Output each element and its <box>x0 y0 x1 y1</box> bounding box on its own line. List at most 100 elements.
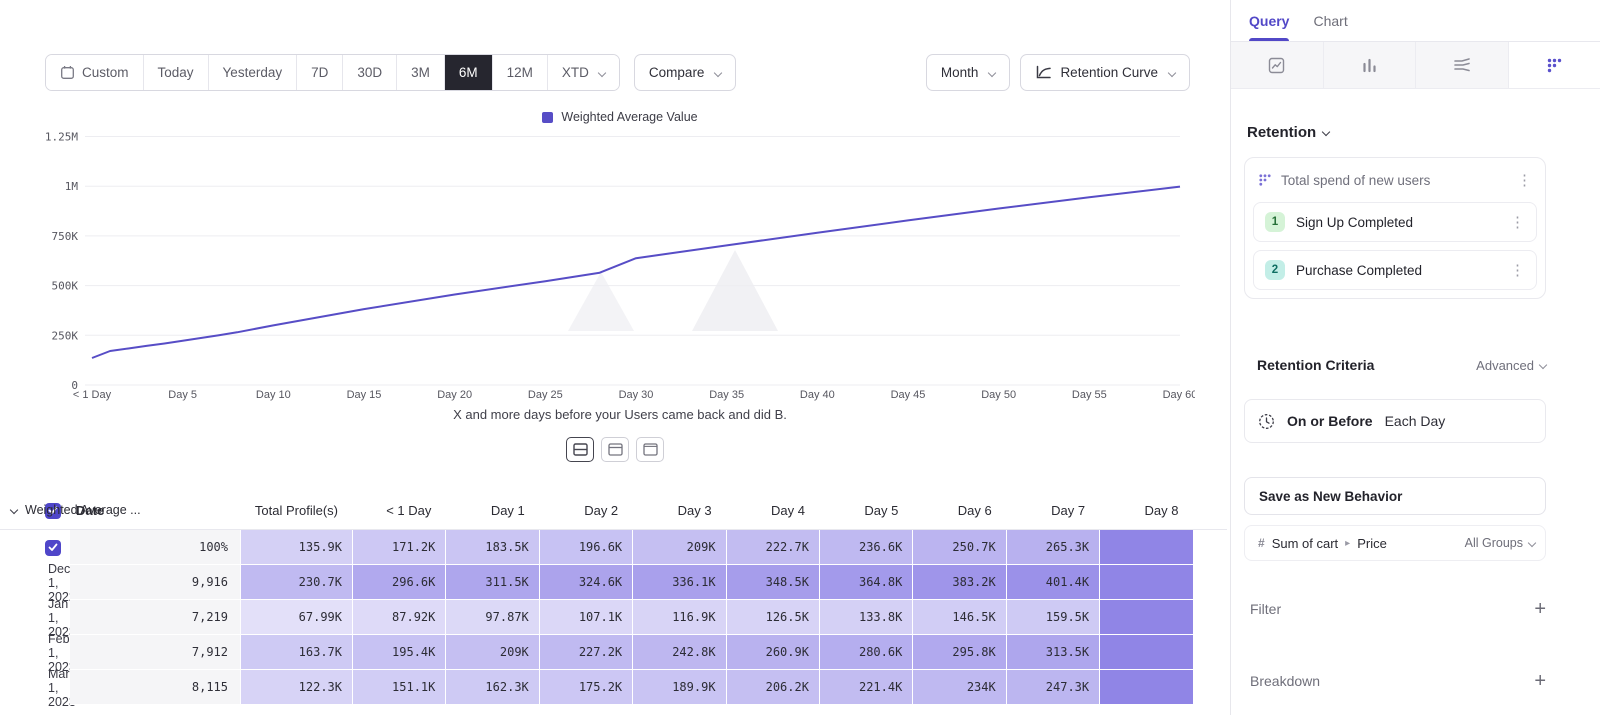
retention-cell-partial[interactable] <box>1099 635 1192 670</box>
retention-cell[interactable]: 295.8K <box>912 635 1005 670</box>
retention-cell[interactable]: 250.7K <box>912 530 1005 565</box>
retention-cell[interactable]: 311.5K <box>445 565 538 600</box>
compare-button[interactable]: Compare <box>634 54 737 91</box>
retention-cell[interactable]: 221.4K <box>819 670 912 705</box>
step-menu-kebab[interactable]: ⋮ <box>1507 215 1528 230</box>
row-checkbox[interactable] <box>45 540 61 556</box>
save-behavior-label: Save as New Behavior <box>1259 489 1402 504</box>
range-button-xtd[interactable]: XTD <box>547 55 619 90</box>
retention-cell[interactable]: 401.4K <box>1006 565 1099 600</box>
retention-cell[interactable]: 195.4K <box>352 635 445 670</box>
retention-cell-partial[interactable] <box>1099 670 1192 705</box>
retention-cell[interactable]: 163.7K <box>240 635 352 670</box>
criteria-timing-row[interactable]: On or Before Each Day <box>1244 399 1546 443</box>
filter-label: Filter <box>1244 601 1281 617</box>
view-toggle-expanded[interactable] <box>636 437 664 462</box>
granularity-button[interactable]: Month <box>926 54 1011 91</box>
retention-cell-partial[interactable] <box>1099 600 1192 635</box>
add-filter-button[interactable]: + <box>1534 599 1546 619</box>
save-as-new-behavior-button[interactable]: Save as New Behavior <box>1244 477 1546 515</box>
retention-cell[interactable]: 151.1K <box>352 670 445 705</box>
retention-cell[interactable]: 171.2K <box>352 530 445 565</box>
numeric-property-icon: # <box>1258 536 1265 550</box>
retention-cell[interactable]: 247.3K <box>1006 670 1099 705</box>
section-dropdown-retention[interactable]: Retention <box>1247 123 1600 141</box>
retention-cell[interactable]: 122.3K <box>240 670 352 705</box>
retention-cell[interactable]: 146.5K <box>912 600 1005 635</box>
range-button-3m[interactable]: 3M <box>396 55 444 90</box>
retention-cell[interactable]: 260.9K <box>726 635 819 670</box>
report-tab-retention[interactable] <box>1509 42 1600 88</box>
retention-cell[interactable]: 227.2K <box>539 635 632 670</box>
retention-cell[interactable]: 296.6K <box>352 565 445 600</box>
retention-cell[interactable]: 242.8K <box>632 635 725 670</box>
retention-cell[interactable]: 116.9K <box>632 600 725 635</box>
range-button-12m[interactable]: 12M <box>492 55 547 90</box>
report-tab-flows[interactable] <box>1416 42 1509 88</box>
retention-cell[interactable]: 196.6K <box>539 530 632 565</box>
retention-cell[interactable]: 209K <box>445 635 538 670</box>
retention-cell[interactable]: 67.99K <box>240 600 352 635</box>
tab-chart[interactable]: Chart <box>1313 0 1347 41</box>
retention-cell[interactable]: 209K <box>632 530 725 565</box>
tab-query[interactable]: Query <box>1249 0 1289 41</box>
retention-cell[interactable]: 97.87K <box>445 600 538 635</box>
breakdown-label: Breakdown <box>1244 673 1320 689</box>
group-dropdown[interactable]: All Groups <box>1465 536 1535 550</box>
retention-cell[interactable]: 222.7K <box>726 530 819 565</box>
behavior-step[interactable]: 2Purchase Completed⋮ <box>1253 250 1537 290</box>
view-toggle-dense[interactable] <box>566 437 594 462</box>
retention-cell[interactable]: 336.1K <box>632 565 725 600</box>
retention-cell[interactable]: 364.8K <box>819 565 912 600</box>
retention-cell[interactable]: 162.3K <box>445 670 538 705</box>
retention-cell[interactable]: 189.9K <box>632 670 725 705</box>
behavior-header[interactable]: Total spend of new users ⋮ <box>1245 158 1545 202</box>
retention-cell[interactable]: 133.8K <box>819 600 912 635</box>
retention-chart: 0250K500K750K1M1.25M< 1 DayDay 5Day 10Da… <box>45 126 1195 416</box>
retention-cell-partial[interactable] <box>1099 530 1192 565</box>
clock-icon <box>1258 413 1275 430</box>
range-button-today[interactable]: Today <box>143 55 208 90</box>
retention-cell[interactable]: 348.5K <box>726 565 819 600</box>
retention-cell[interactable]: 107.1K <box>539 600 632 635</box>
check-icon <box>48 543 58 552</box>
y-tick-label: 500K <box>52 280 79 293</box>
retention-cell[interactable]: 175.2K <box>539 670 632 705</box>
retention-cell[interactable]: 126.5K <box>726 600 819 635</box>
range-button-yesterday[interactable]: Yesterday <box>208 55 297 90</box>
retention-line[interactable] <box>92 187 1180 358</box>
retention-cell[interactable]: 313.5K <box>1006 635 1099 670</box>
retention-cell[interactable]: 324.6K <box>539 565 632 600</box>
step-menu-kebab[interactable]: ⋮ <box>1507 263 1528 278</box>
retention-cell[interactable]: 87.92K <box>352 600 445 635</box>
retention-cell[interactable]: 234K <box>912 670 1005 705</box>
range-button-6m[interactable]: 6M <box>444 55 492 90</box>
report-tab-funnels[interactable] <box>1324 42 1417 88</box>
retention-cell[interactable]: 236.6K <box>819 530 912 565</box>
retention-cell[interactable]: 135.9K <box>240 530 352 565</box>
date-range-group: CustomTodayYesterday7D30D3M6M12MXTD <box>45 54 620 91</box>
retention-cell[interactable]: 280.6K <box>819 635 912 670</box>
chart-type-button[interactable]: Retention Curve <box>1020 54 1190 91</box>
behavior-menu-kebab[interactable]: ⋮ <box>1514 173 1535 188</box>
behavior-icon <box>1258 173 1272 187</box>
retention-cell[interactable]: 159.5K <box>1006 600 1099 635</box>
criteria-mode-dropdown[interactable]: Advanced <box>1476 358 1546 373</box>
measure-row[interactable]: # Sum of cart ▸ Price All Groups <box>1244 525 1546 561</box>
retention-cell-partial[interactable] <box>1099 565 1192 600</box>
report-tab-insights[interactable] <box>1231 42 1324 88</box>
range-button-30d[interactable]: 30D <box>342 55 396 90</box>
retention-cell[interactable]: 383.2K <box>912 565 1005 600</box>
range-button-custom[interactable]: Custom <box>46 55 143 90</box>
range-button-7d[interactable]: 7D <box>296 55 342 90</box>
measure-property-label: Price <box>1357 536 1387 551</box>
filter-section: Filter + <box>1244 597 1546 621</box>
retention-cell[interactable]: 265.3K <box>1006 530 1099 565</box>
retention-cell[interactable]: 230.7K <box>240 565 352 600</box>
behavior-step[interactable]: 1Sign Up Completed⋮ <box>1253 202 1537 242</box>
retention-cell[interactable]: 183.5K <box>445 530 538 565</box>
add-breakdown-button[interactable]: + <box>1534 671 1546 691</box>
row-label[interactable]: Weighted Average ... <box>0 492 1230 527</box>
retention-cell[interactable]: 206.2K <box>726 670 819 705</box>
view-toggle-comfortable[interactable] <box>601 437 629 462</box>
